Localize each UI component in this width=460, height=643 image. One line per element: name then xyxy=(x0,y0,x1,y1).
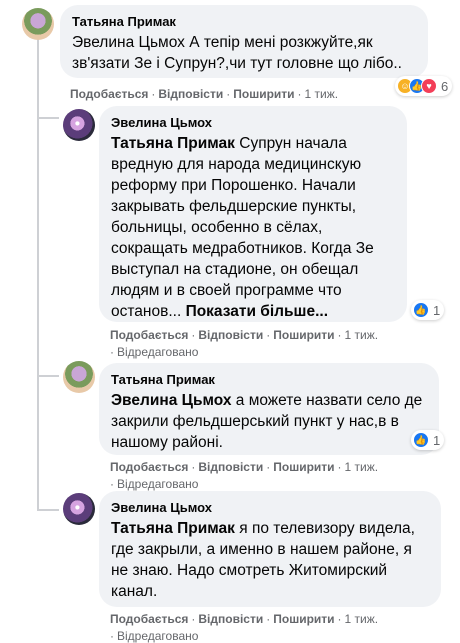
comment-timestamp[interactable]: 1 тиж. xyxy=(345,612,379,626)
comment-author[interactable]: Эвелина Цьмох xyxy=(111,499,429,516)
comment-text: Татьяна Примак я по телевизору видела, г… xyxy=(111,518,429,602)
like-button[interactable]: Подобається xyxy=(110,612,188,626)
avatar[interactable] xyxy=(63,493,95,525)
mention-link[interactable]: Татьяна Примак xyxy=(111,520,235,537)
comment-4: Эвелина Цьмох Татьяна Примак я по телеви… xyxy=(0,0,460,643)
share-button[interactable]: Поширити xyxy=(273,612,334,626)
comment-actions: Подобається · Відповісти · Поширити · 1 тиж. ·… xyxy=(110,612,379,643)
comment-bubble: Эвелина Цьмох Татьяна Примак я по телеви… xyxy=(99,491,441,607)
edited-label[interactable]: · Відредаговано xyxy=(110,628,378,643)
reply-button[interactable]: Відповісти xyxy=(198,612,263,626)
